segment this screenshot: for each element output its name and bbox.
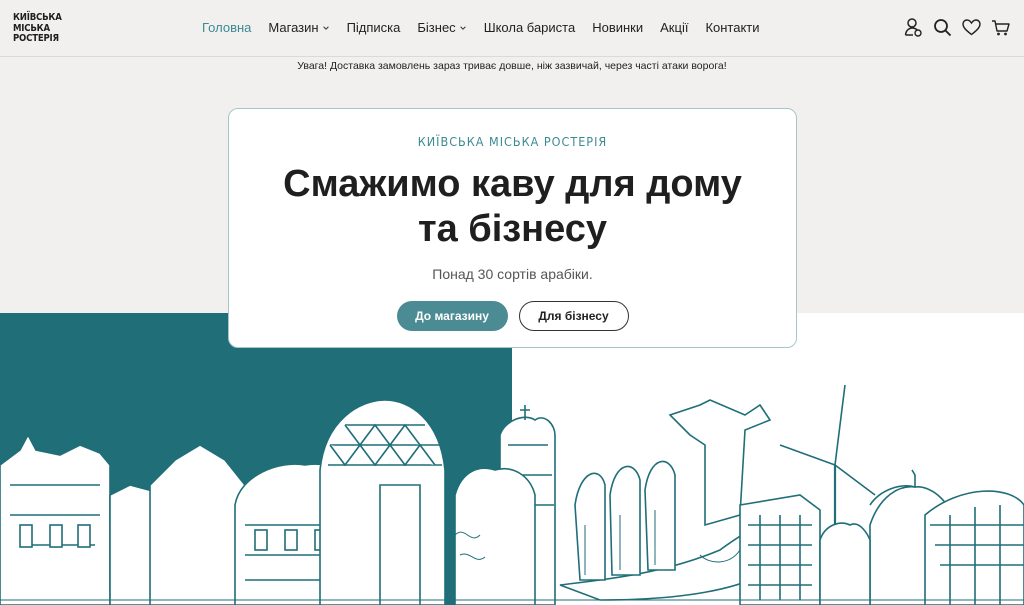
nav-item-subscription[interactable]: Підписка — [347, 20, 401, 35]
hero-buttons: До магазину Для бізнесу — [229, 301, 796, 331]
nav-item-contacts[interactable]: Контакти — [705, 20, 759, 35]
nav-item-label: Школа бариста — [483, 20, 576, 35]
chevron-down-icon — [459, 25, 466, 30]
nav-item-label: Акції — [660, 20, 689, 35]
search-icon[interactable] — [933, 17, 952, 38]
header-actions — [904, 17, 1010, 38]
nav-item-business[interactable]: Бізнес — [417, 20, 466, 35]
hero-brand: КИЇВСЬКА МІСЬКА РОСТЕРІЯ — [417, 134, 608, 149]
heart-icon[interactable] — [962, 17, 981, 38]
delivery-notice: Увага! Доставка замовлень зараз триває д… — [297, 60, 727, 72]
nav-item-new[interactable]: Новинки — [592, 20, 643, 35]
shop-button[interactable]: До магазину — [396, 301, 508, 331]
nav-item-label: Підписка — [346, 20, 401, 35]
hero-card: КИЇВСЬКА МІСЬКА РОСТЕРІЯ Смажимо каву дл… — [228, 108, 797, 348]
site-header: КИЇВСЬКА МІСЬКА РОСТЕРІЯ Головна Магазин… — [0, 0, 1024, 57]
nav-item-shop[interactable]: Магазин — [268, 20, 329, 35]
cart-icon[interactable] — [991, 17, 1010, 38]
nav-item-sales[interactable]: Акції — [660, 20, 688, 35]
nav-item-label: Контакти — [705, 20, 760, 35]
hero-subtitle: Понад 30 сортів арабіки. — [432, 266, 593, 282]
logo-line-1: КИЇВСЬКА — [13, 12, 62, 23]
hero-title-line-2: та бізнесу — [417, 208, 608, 250]
hero-title: Смажимо каву для дому та бізнесу — [229, 162, 796, 252]
hero-title-line-1: Смажимо каву для дому — [283, 163, 742, 205]
nav-item-label: Новинки — [592, 20, 644, 35]
user-icon[interactable] — [904, 17, 923, 38]
nav-item-label: Бізнес — [417, 20, 456, 35]
nav-item-barista-school[interactable]: Школа бариста — [484, 20, 576, 35]
nav-item-home[interactable]: Головна — [202, 20, 251, 35]
logo-line-3: РОСТЕРІЯ — [13, 33, 59, 44]
nav-item-label: Головна — [202, 20, 252, 35]
chevron-down-icon — [322, 25, 329, 30]
main-nav: Головна Магазин Підписка Бізнес Школа ба… — [202, 20, 777, 35]
business-button[interactable]: Для бізнесу — [518, 301, 629, 331]
kyiv-skyline-illustration — [0, 384, 1024, 605]
logo[interactable]: КИЇВСЬКА МІСЬКА РОСТЕРІЯ — [13, 12, 62, 45]
nav-item-label: Магазин — [268, 20, 319, 35]
